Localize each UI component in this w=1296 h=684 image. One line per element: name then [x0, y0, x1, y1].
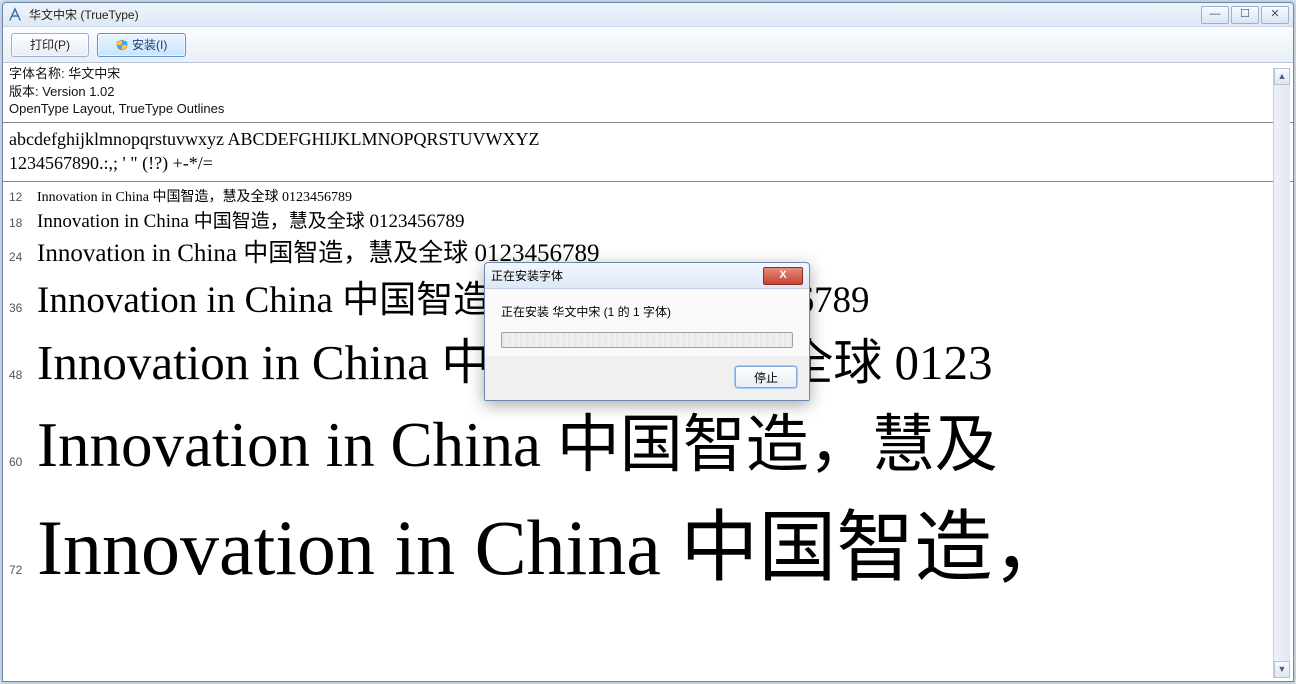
font-tech-line: OpenType Layout, TrueType Outlines: [9, 100, 1287, 118]
minimize-button[interactable]: —: [1201, 6, 1229, 24]
titlebar[interactable]: 华文中宋 (TrueType) — ☐ ✕: [3, 3, 1293, 27]
charset-preview: abcdefghijklmnopqrstuvwxyz ABCDEFGHIJKLM…: [3, 123, 1293, 183]
vertical-scrollbar[interactable]: ▲ ▼: [1273, 68, 1290, 678]
sample-text: Innovation in China 中国智造，慧及: [37, 394, 998, 485]
sample-list: 12 Innovation in China 中国智造，慧及全球 0123456…: [3, 182, 1293, 681]
shield-icon: [116, 39, 128, 51]
dialog-title: 正在安装字体: [491, 267, 763, 284]
window-title: 华文中宋 (TrueType): [29, 6, 1201, 23]
install-button[interactable]: 安装(I): [97, 33, 186, 57]
font-app-icon: [7, 7, 23, 23]
print-label: 打印(P): [30, 36, 70, 53]
close-button[interactable]: ✕: [1261, 6, 1289, 24]
sample-size-label: 48: [9, 368, 37, 382]
toolbar: 打印(P) 安装(I): [3, 27, 1293, 63]
charset-line-2: 1234567890.:,; ' " (!?) +-*/=: [9, 151, 1287, 175]
install-label: 安装(I): [132, 36, 167, 53]
maximize-button[interactable]: ☐: [1231, 6, 1259, 24]
scroll-down-button[interactable]: ▼: [1274, 661, 1290, 678]
print-button[interactable]: 打印(P): [11, 33, 89, 57]
sample-size-label: 72: [9, 563, 37, 577]
sample-text: Innovation in China 中国智造，: [37, 485, 1070, 597]
sample-text: Innovation in China 中国智造，慧及全球 0123456789: [37, 206, 464, 233]
dialog-close-button[interactable]: X: [763, 267, 803, 285]
sample-row: 12 Innovation in China 中国智造，慧及全球 0123456…: [3, 186, 1293, 206]
sample-size-label: 24: [9, 250, 37, 264]
sample-row: 72 Innovation in China 中国智造，: [3, 485, 1293, 597]
dialog-message: 正在安装 华文中宋 (1 的 1 字体): [501, 303, 793, 320]
sample-size-label: 12: [9, 190, 37, 204]
sample-text: Innovation in China 中国智造，慧及全球 0123456789: [37, 186, 352, 206]
sample-size-label: 60: [9, 455, 37, 469]
charset-line-1: abcdefghijklmnopqrstuvwxyz ABCDEFGHIJKLM…: [9, 127, 1287, 151]
dialog-titlebar[interactable]: 正在安装字体 X: [485, 263, 809, 289]
sample-size-label: 18: [9, 216, 37, 230]
sample-row: 18 Innovation in China 中国智造，慧及全球 0123456…: [3, 206, 1293, 233]
font-version-line: 版本: Version 1.02: [9, 83, 1287, 101]
font-name-line: 字体名称: 华文中宋: [9, 65, 1287, 83]
sample-row: 60 Innovation in China 中国智造，慧及: [3, 394, 1293, 485]
window-controls: — ☐ ✕: [1201, 6, 1289, 24]
dialog-body: 正在安装 华文中宋 (1 的 1 字体): [485, 289, 809, 356]
install-progress-dialog: 正在安装字体 X 正在安装 华文中宋 (1 的 1 字体) 停止: [484, 262, 810, 401]
stop-button[interactable]: 停止: [735, 366, 797, 388]
font-meta: 字体名称: 华文中宋 版本: Version 1.02 OpenType Lay…: [3, 63, 1293, 123]
sample-size-label: 36: [9, 301, 37, 315]
progress-bar: [501, 332, 793, 348]
scroll-up-button[interactable]: ▲: [1274, 68, 1290, 85]
dialog-button-row: 停止: [485, 356, 809, 400]
